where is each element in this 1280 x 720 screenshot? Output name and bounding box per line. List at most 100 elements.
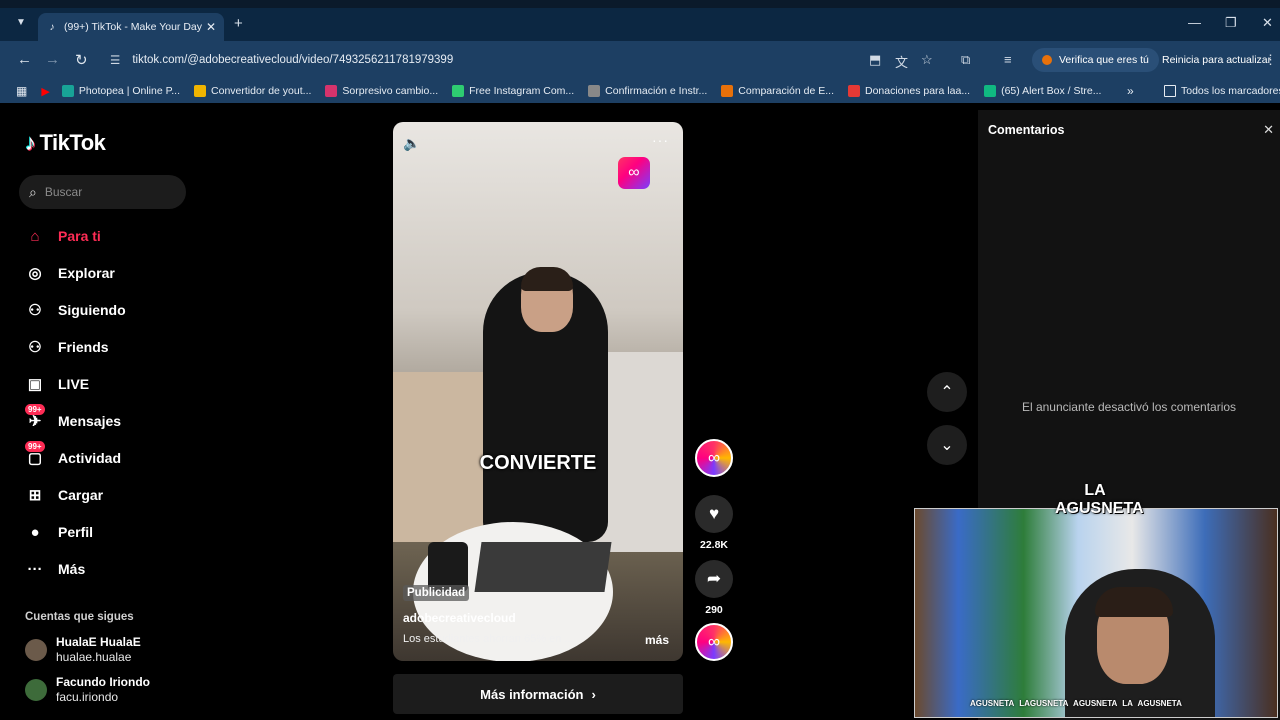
notification-badge: 99+ [25,404,45,415]
verify-button[interactable]: Verifica que eres tú [1032,48,1159,72]
webcam-person-hair [1095,587,1173,617]
bookmark-label: Confirmación e Instr... [605,85,708,97]
bookmark-favicon-icon [325,85,338,97]
all-bookmarks-folder[interactable]: Todos los marcadores [1164,85,1280,97]
media-controls-icon[interactable]: ≡ [1004,52,1012,67]
site-info-icon[interactable]: ☰ [110,53,120,67]
sidebar-item-actividad[interactable]: ▢ 99+ Actividad [25,441,122,470]
sidebar-item-cargar[interactable]: ⊞ Cargar [25,483,103,507]
video-account-name[interactable]: adobecreativecloud [403,611,516,625]
bookmark-item[interactable]: Photopea | Online P... [61,85,180,97]
search-input[interactable]: ⌕ Buscar [19,175,186,209]
next-video-button[interactable]: ⌄ [927,425,967,465]
profile-icon: ● [30,523,40,541]
bookmark-favicon-icon [848,85,860,97]
youtube-icon[interactable]: ▶ [41,85,49,98]
bookmark-item[interactable]: Convertidor de yout... [194,85,311,97]
sidebar-item-label: Cargar [58,487,104,503]
more-icon: ··· [27,560,43,578]
comments-title: Comentarios [988,123,1065,137]
creator-avatar-action[interactable]: ∞ [695,439,733,477]
compass-icon: ◎ [28,265,42,282]
back-icon[interactable]: ← [17,51,32,68]
bookmark-label: Sorpresivo cambio... [342,85,439,97]
followed-account[interactable]: Facundo Iriondo facu.iriondo [25,675,150,704]
restart-label: Reinicia para actualizar [1162,54,1272,66]
install-app-icon[interactable]: ⬒ [869,52,881,68]
chevron-right-icon: › [591,686,596,702]
previous-video-button[interactable]: ⌃ [927,372,967,412]
bookmark-favicon-icon [588,85,601,97]
share-icon: ➦ [695,560,733,598]
account-name: Facundo Iriondo [56,675,150,689]
more-info-label: Más información [480,686,584,702]
bookmark-favicon-icon [721,85,734,97]
sidebar-item-label: Friends [58,339,109,355]
sidebar-item-siguiendo[interactable]: ⚇ Siguiendo [25,298,125,322]
brand-name: TikTok [39,130,106,155]
video-caption: CONVIERTE [479,452,597,474]
sidebar-item-perfil[interactable]: ● Perfil [25,520,93,544]
apps-grid-icon[interactable]: ▦ [16,84,27,98]
followed-account[interactable]: HualaE HualaE hualae.hualae [25,635,141,664]
tiktok-logo[interactable]: ♪ TikTok [25,130,106,156]
video-description: Los estudiantes ahorran 65% en ... [403,633,574,645]
sidebar-item-label: Para ti [58,228,101,244]
see-more-link[interactable]: más [645,633,669,647]
sidebar-item-label: Perfil [58,524,94,540]
url-field[interactable]: ☰ tiktok.com/@adobecreativecloud/video/7… [100,46,830,74]
bookmark-star-icon[interactable]: ☆ [921,52,933,68]
tab-close-icon[interactable]: ✕ [206,20,216,34]
reload-icon[interactable]: ↻ [75,51,88,69]
video-player[interactable]: CONVIERTE 🔈 ··· ∞ Publicidad adobecreati… [393,122,683,661]
bookmark-item[interactable]: (65) Alert Box / Stre... [984,85,1101,97]
bookmark-item[interactable]: Free Instagram Com... [452,85,574,97]
tab-tiktok[interactable]: ♪ (99+) TikTok - Make Your Day ✕ [38,13,224,41]
bookmark-item[interactable]: Comparación de E... [721,85,834,97]
sidebar-item-para-ti[interactable]: ⌂ Para ti [25,224,101,248]
sidebar-item-label: Actividad [58,450,122,466]
sidebar-item-mensajes[interactable]: ✈ 99+ Mensajes [25,404,121,433]
messages-icon: ✈ 99+ [25,404,45,431]
avatar [25,678,47,701]
sound-disc-action[interactable]: ∞ [695,623,733,661]
share-count: 290 [705,604,723,616]
translate-icon[interactable]: 文 [895,52,908,71]
more-info-button[interactable]: Más información › [393,674,683,714]
extensions-icon[interactable]: ⧉ [961,52,970,68]
window-top-edge [0,0,1280,8]
share-action[interactable]: ➦ 290 [695,560,733,616]
activity-icon: ▢ 99+ [25,441,45,468]
restart-update-button[interactable]: Reinicia para actualizar [1152,48,1280,72]
music-disc-icon: ∞ [695,623,733,661]
following-icon: ⚇ [28,302,42,319]
forward-icon[interactable]: → [45,51,60,68]
more-bookmarks-icon[interactable]: » [1127,84,1134,98]
volume-icon[interactable]: 🔈 [403,135,420,152]
maximize-icon[interactable]: ❐ [1225,15,1237,31]
tiktok-favicon-icon: ♪ [49,21,55,33]
menu-dots-icon[interactable]: ⋮ [1264,52,1277,68]
account-handle: hualae.hualae [56,650,132,664]
upload-icon: ⊞ [28,487,42,504]
bookmark-label: Convertidor de yout... [211,85,312,97]
home-icon: ⌂ [30,227,40,245]
bookmark-item[interactable]: Sorpresivo cambio... [325,85,438,97]
new-tab-icon[interactable]: + [234,15,243,32]
bookmark-item[interactable]: Donaciones para laa... [848,85,970,97]
bookmark-favicon-icon [984,85,997,97]
sidebar-item-explorar[interactable]: ◎ Explorar [25,261,114,285]
like-action[interactable]: ♥ 22.8K [695,495,733,551]
window-close-icon[interactable]: ✕ [1262,15,1273,31]
sidebar-item-live[interactable]: ▣ LIVE [25,372,89,396]
bookmark-list: Photopea | Online P... Convertidor de you… [61,85,1116,97]
search-icon: ⌕ [29,183,37,200]
tab-search-icon[interactable]: ▼ [16,17,26,28]
comments-close-icon[interactable]: ✕ [1263,122,1274,138]
video-options-icon[interactable]: ··· [652,132,669,148]
sidebar-item-más[interactable]: ··· Más [25,557,86,581]
sidebar-item-label: LIVE [58,376,90,392]
sidebar-item-friends[interactable]: ⚇ Friends [25,335,109,359]
minimize-icon[interactable]: — [1188,15,1201,30]
bookmark-item[interactable]: Confirmación e Instr... [588,85,707,97]
